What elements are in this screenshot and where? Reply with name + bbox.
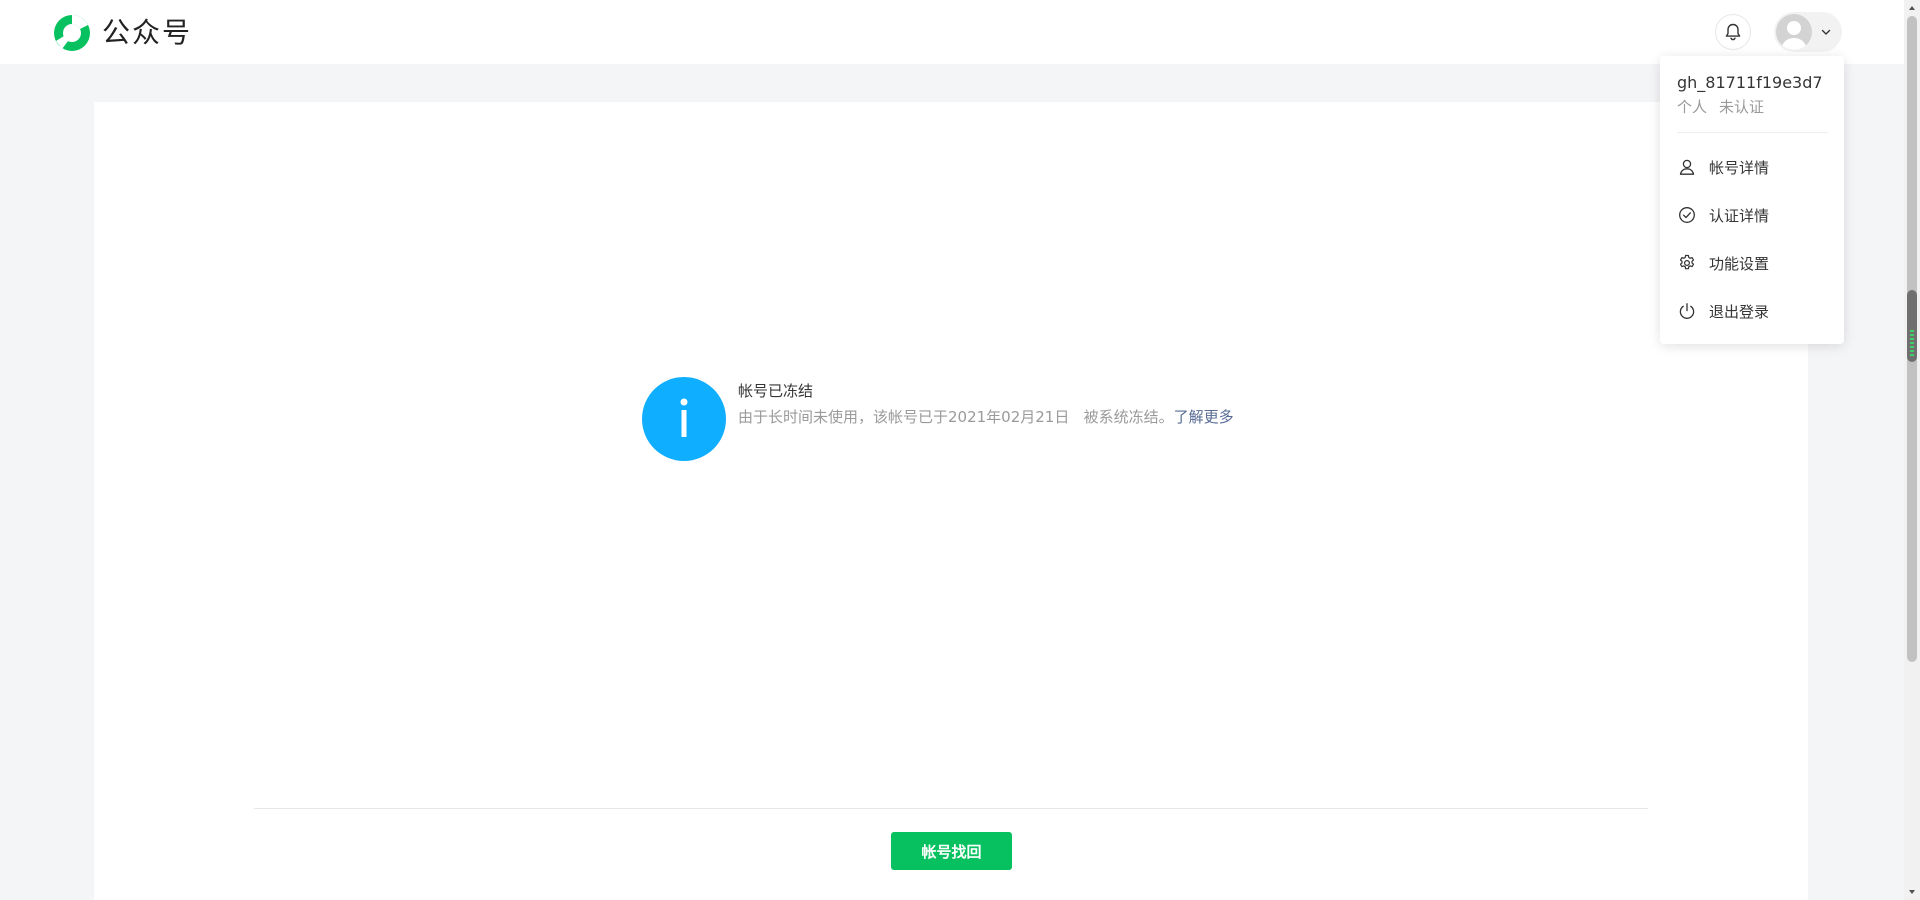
verification-status: 未认证 bbox=[1719, 98, 1765, 116]
recover-account-button[interactable]: 帐号找回 bbox=[891, 832, 1012, 870]
scroll-up-arrow-icon[interactable] bbox=[1904, 0, 1920, 16]
dropdown-menu: 帐号详情 认证详情 功能设置 退出登录 bbox=[1660, 143, 1844, 335]
account-id: gh_81711f19e3d7 bbox=[1677, 73, 1823, 92]
learn-more-link[interactable]: 了解更多 bbox=[1174, 408, 1234, 426]
scrollbar-grip-lines bbox=[1910, 330, 1914, 356]
wechat-official-account-logo-icon bbox=[54, 15, 90, 51]
account-meta: 个人 未认证 bbox=[1677, 96, 1844, 118]
notice-title: 帐号已冻结 bbox=[738, 382, 814, 400]
top-header: 公众号 bbox=[0, 0, 1904, 64]
logo-text: 公众号 bbox=[102, 16, 193, 49]
dropdown-divider bbox=[1677, 132, 1828, 133]
notifications-button[interactable] bbox=[1715, 14, 1751, 50]
avatar bbox=[1776, 14, 1812, 50]
divider bbox=[254, 808, 1648, 809]
menu-item-account-details[interactable]: 帐号详情 bbox=[1660, 143, 1844, 191]
notice-description-text: 由于长时间未使用，该帐号已于2021年02月21日 被系统冻结。 bbox=[738, 408, 1174, 426]
user-icon bbox=[1677, 157, 1697, 177]
frozen-notice: 帐号已冻结 由于长时间未使用，该帐号已于2021年02月21日 被系统冻结。了解… bbox=[642, 377, 1234, 461]
account-type: 个人 bbox=[1677, 98, 1708, 116]
power-icon bbox=[1677, 301, 1697, 321]
menu-item-logout[interactable]: 退出登录 bbox=[1660, 287, 1844, 335]
dropdown-user-info: gh_81711f19e3d7 个人 未认证 bbox=[1660, 56, 1844, 118]
info-icon bbox=[642, 377, 726, 461]
scroll-down-arrow-icon[interactable] bbox=[1904, 884, 1920, 900]
check-circle-icon bbox=[1677, 205, 1697, 225]
menu-item-label: 退出登录 bbox=[1709, 302, 1770, 321]
menu-item-feature-settings[interactable]: 功能设置 bbox=[1660, 239, 1844, 287]
account-dropdown: gh_81711f19e3d7 个人 未认证 帐号详情 认证详情 功能设置 退出… bbox=[1660, 56, 1844, 344]
notice-text: 帐号已冻结 由于长时间未使用，该帐号已于2021年02月21日 被系统冻结。了解… bbox=[738, 377, 1234, 428]
notice-description: 由于长时间未使用，该帐号已于2021年02月21日 被系统冻结。了解更多 bbox=[738, 406, 1234, 428]
menu-item-label: 功能设置 bbox=[1709, 254, 1770, 273]
gear-icon bbox=[1677, 253, 1697, 273]
menu-item-verification-details[interactable]: 认证详情 bbox=[1660, 191, 1844, 239]
scrollbar-grip[interactable] bbox=[1907, 290, 1917, 362]
bell-icon bbox=[1725, 23, 1741, 41]
main-panel: 帐号已冻结 由于长时间未使用，该帐号已于2021年02月21日 被系统冻结。了解… bbox=[94, 102, 1808, 900]
user-avatar-icon bbox=[1781, 21, 1807, 50]
account-menu-toggle[interactable] bbox=[1774, 12, 1842, 52]
logo[interactable]: 公众号 bbox=[52, 13, 192, 53]
vertical-scrollbar[interactable] bbox=[1904, 0, 1920, 900]
menu-item-label: 认证详情 bbox=[1709, 206, 1770, 225]
menu-item-label: 帐号详情 bbox=[1709, 158, 1770, 177]
chevron-down-icon bbox=[1820, 26, 1832, 38]
